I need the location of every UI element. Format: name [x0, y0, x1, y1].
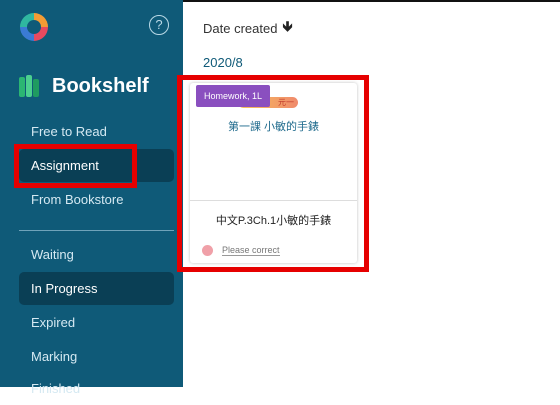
arrow-down-icon: 🡻 [282, 18, 293, 34]
highlight-box-assignment [14, 144, 137, 188]
card-tag: Homework, 1L [196, 85, 271, 107]
sidebar-item-expired[interactable]: Expired [19, 306, 174, 339]
group-date-heading: 2020/8 [203, 55, 243, 70]
sidebar-item-finished[interactable]: Finished [19, 372, 174, 405]
help-icon[interactable]: ? [149, 15, 169, 35]
sidebar: ? Bookshelf Free to Read Assignment From… [0, 0, 183, 396]
sidebar-item-in-progress[interactable]: In Progress [19, 272, 174, 305]
sidebar-item-waiting[interactable]: Waiting [19, 238, 174, 271]
brand: Bookshelf [19, 71, 149, 101]
sort-control[interactable]: Date created 🡻 [203, 16, 293, 40]
app-logo-icon [20, 13, 48, 41]
sort-label: Date created [203, 20, 278, 36]
bookshelf-icon [19, 75, 39, 97]
sidebar-item-marking[interactable]: Marking [19, 340, 174, 373]
brand-title: Bookshelf [52, 74, 149, 97]
sidebar-divider [19, 230, 174, 231]
